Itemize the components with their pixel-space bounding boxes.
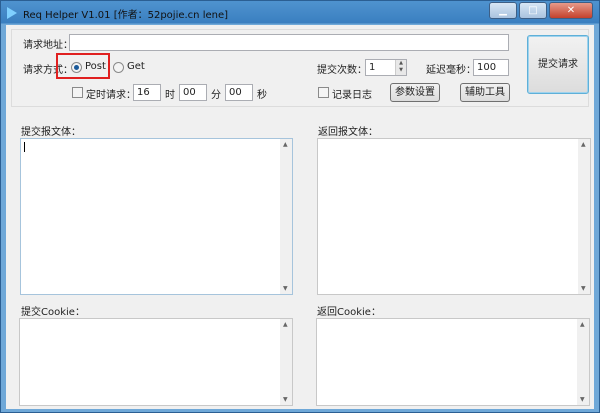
response-body-textarea[interactable]: ▲ ▼ xyxy=(317,138,591,295)
hour-unit: 时 xyxy=(165,90,175,101)
count-label: 提交次数： xyxy=(317,65,367,76)
delay-input[interactable]: 100 xyxy=(473,59,509,76)
scroll-up-icon[interactable]: ▲ xyxy=(283,321,288,328)
minute-unit: 分 xyxy=(211,90,221,101)
title-bar[interactable]: Req Helper V1.01 [作者：52pojie.cn lene] ▁ … xyxy=(1,1,599,25)
submit-body-textarea[interactable]: ▲ ▼ xyxy=(20,138,293,295)
submit-cookie-textarea[interactable]: ▲ ▼ xyxy=(19,318,293,406)
response-cookie-textarea[interactable]: ▲ ▼ xyxy=(316,318,590,406)
app-window: Req Helper V1.01 [作者：52pojie.cn lene] ▁ … xyxy=(0,0,600,413)
minimize-button[interactable]: ▁ xyxy=(489,2,517,19)
submit-request-button[interactable]: 提交请求 xyxy=(527,35,589,94)
minute-input[interactable]: 00 xyxy=(179,84,207,101)
post-radio-label[interactable]: Post xyxy=(85,61,106,72)
scrollbar[interactable]: ▲ ▼ xyxy=(280,319,292,405)
scrollbar[interactable]: ▲ ▼ xyxy=(577,319,589,405)
timer-checkbox[interactable] xyxy=(72,87,83,98)
log-checkbox[interactable] xyxy=(318,87,329,98)
submit-body-label: 提交报文体： xyxy=(21,127,81,138)
submit-cookie-label: 提交Cookie： xyxy=(21,307,85,318)
text-cursor xyxy=(24,142,25,152)
timer-label: 定时请求： xyxy=(86,90,136,101)
scroll-down-icon[interactable]: ▼ xyxy=(581,285,586,292)
app-icon xyxy=(7,7,17,19)
scroll-up-icon[interactable]: ▲ xyxy=(581,141,586,148)
scrollbar[interactable]: ▲ ▼ xyxy=(280,139,292,294)
response-body-label: 返回报文体： xyxy=(318,127,378,138)
params-settings-button[interactable]: 参数设置 xyxy=(390,83,440,102)
get-radio[interactable] xyxy=(113,62,124,73)
scroll-down-icon[interactable]: ▼ xyxy=(580,396,585,403)
get-radio-label[interactable]: Get xyxy=(127,61,145,72)
stepper-up-icon[interactable]: ▲ xyxy=(396,60,406,67)
helper-tools-button[interactable]: 辅助工具 xyxy=(460,83,510,102)
log-label: 记录日志 xyxy=(332,90,372,101)
window-title: Req Helper V1.01 [作者：52pojie.cn lene] xyxy=(23,10,229,21)
stepper-down-icon[interactable]: ▼ xyxy=(396,67,406,74)
scroll-down-icon[interactable]: ▼ xyxy=(283,285,288,292)
response-cookie-label: 返回Cookie： xyxy=(317,307,381,318)
scrollbar[interactable]: ▲ ▼ xyxy=(578,139,590,294)
scroll-up-icon[interactable]: ▲ xyxy=(283,141,288,148)
maximize-button[interactable]: □ xyxy=(519,2,547,19)
post-radio[interactable] xyxy=(71,62,82,73)
hour-input[interactable]: 16 xyxy=(133,84,161,101)
stepper-arrows[interactable]: ▲ ▼ xyxy=(395,60,406,75)
scroll-down-icon[interactable]: ▼ xyxy=(283,396,288,403)
url-input[interactable] xyxy=(69,34,509,51)
client-area: 请求地址： 提交请求 请求方式： Post Get 提交次数： 1 ▲ ▼ 延迟毫… xyxy=(6,25,594,409)
close-button[interactable]: ✕ xyxy=(549,2,593,19)
second-input[interactable]: 00 xyxy=(225,84,253,101)
scroll-up-icon[interactable]: ▲ xyxy=(580,321,585,328)
url-label: 请求地址： xyxy=(23,40,73,51)
delay-label: 延迟毫秒： xyxy=(426,65,476,76)
second-unit: 秒 xyxy=(257,90,267,101)
